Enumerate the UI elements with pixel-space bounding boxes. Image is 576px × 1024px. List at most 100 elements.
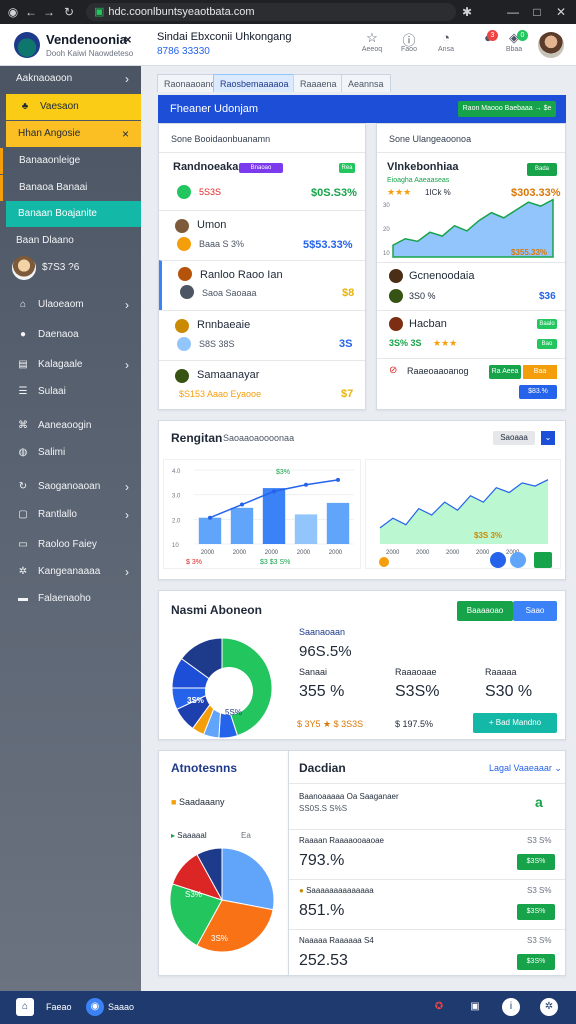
- filter-button[interactable]: Baaaaoao: [457, 601, 513, 621]
- app-subtitle: Dooh Kaiwi Naowdeteso: [46, 49, 134, 58]
- coin-icon: ●: [299, 886, 304, 895]
- status-badge: Bnaoao: [239, 163, 283, 173]
- status-badge: $3S%: [517, 954, 555, 970]
- sidebar-profile-value: $7S3 ?6: [42, 262, 80, 273]
- clock-icon: ◔: [442, 30, 450, 45]
- view-button[interactable]: Saao: [513, 601, 557, 621]
- add-button[interactable]: + Bad Mandno: [473, 713, 557, 733]
- avatar: [389, 269, 403, 283]
- chevron-right-icon: ›: [125, 508, 129, 522]
- sidebar-item-aaneaoogin[interactable]: ⌘ Aaneaoogin: [0, 413, 141, 439]
- sidebar-item-saoganoaoan[interactable]: ↻ Saoganoaoan ›: [0, 474, 141, 500]
- list-item[interactable]: Naaaaa Raaaaaa S4 S3 S% 252.53 $3S%: [289, 929, 565, 977]
- list-item[interactable]: Samaanayar $S153 Aaao Eyaooe $7: [159, 360, 365, 410]
- bottom-label-1[interactable]: Faeao: [46, 1002, 72, 1012]
- y-tick: 3.0: [172, 494, 181, 500]
- list-item[interactable]: ⊘ Raaeoaaoanog Ra Aeea Baa $83.%: [377, 358, 565, 410]
- list-item[interactable]: Vlnkebonhiaa Bada Eioagha Aaeaaseas ★★★ …: [377, 152, 565, 260]
- app-title: Vendenoonia: [46, 32, 127, 47]
- sidebar-item-rantlallo[interactable]: ▢ Rantlallo ›: [0, 502, 141, 528]
- bar: [294, 514, 318, 544]
- tab-4[interactable]: Aeannsa: [341, 74, 391, 92]
- area-series: [380, 479, 548, 544]
- maximize-icon[interactable]: □: [530, 5, 544, 19]
- coin-icon: [177, 237, 191, 251]
- sidebar-item-sulaai[interactable]: ☰ Sulaai: [0, 379, 141, 405]
- window-icon[interactable]: ▣: [466, 998, 484, 1016]
- minimize-icon[interactable]: —: [506, 5, 520, 19]
- app-icon[interactable]: ◉: [6, 5, 20, 19]
- settings-action[interactable]: ◔ Ansa: [432, 30, 460, 53]
- back-icon[interactable]: ←: [24, 5, 38, 19]
- panel-title: Dacdian: [299, 761, 346, 775]
- sidebar-item-vaesaon[interactable]: ♣ Vaesaon: [6, 94, 141, 120]
- right-list-panel: Sone Ulangeaoonoa Vlnkebonhiaa Bada Eioa…: [376, 123, 566, 410]
- row-action-button[interactable]: Ra Aeea: [489, 365, 521, 379]
- address-bar[interactable]: ▣ hdc.coonlbuntsyeaotbata.com: [86, 3, 456, 21]
- panel-subtitle: Saoaaoaoooonaa: [223, 433, 295, 443]
- left-list-header: Sone Booidaonbuanamn: [171, 134, 271, 144]
- info-icon[interactable]: i: [502, 998, 520, 1016]
- forward-icon[interactable]: →: [42, 5, 56, 19]
- view-all-link[interactable]: Lagal Vaaeaaar ⌄: [489, 763, 562, 774]
- list-item[interactable]: Hacban Baalo 3S% 3S ★★★ Bao: [377, 310, 565, 358]
- list-item[interactable]: Raaaan Raaaaooaaoae S3 S% 793.% $3S%: [289, 829, 565, 879]
- tab-2[interactable]: Raosbemaaaaoa: [213, 74, 296, 92]
- leaf-icon: ♣: [21, 101, 29, 112]
- alert-icon[interactable]: ✪: [430, 998, 448, 1016]
- badge-icon: [175, 319, 189, 333]
- list-item[interactable]: Gcnenoodaia 3S0 % $36: [377, 262, 565, 310]
- list-icon: ☰: [18, 386, 28, 397]
- share-icon: [534, 552, 552, 568]
- chevron-down-icon[interactable]: ⌄: [541, 431, 555, 445]
- user-icon: ●: [19, 329, 27, 340]
- sidebar-item-falaenaoho[interactable]: ▬ Falaenaoho: [0, 586, 141, 612]
- sidebar-item-ulaoeaom[interactable]: ⌂ Ulaoeaom ›: [0, 292, 141, 318]
- sidebar-item-group[interactable]: Hhan Angosie ×: [6, 121, 141, 147]
- sidebar-item-dashboard[interactable]: Aaknaoaoon ›: [0, 66, 141, 92]
- panel-title: Rengitan: [171, 431, 223, 445]
- list-item[interactable]: Rnnbaeaie S8S 38S 3S: [159, 310, 365, 360]
- row-value-button[interactable]: $83.%: [519, 385, 557, 399]
- chevron-right-icon: ›: [125, 72, 129, 86]
- close-window-icon[interactable]: ✕: [554, 5, 568, 19]
- sidebar-subitem-active[interactable]: Banaan Boajanite: [6, 201, 141, 227]
- sidebar-subitem-2[interactable]: Banaoa Banaai: [0, 175, 141, 201]
- bar: [262, 488, 286, 544]
- panel-title-bar: Fheaner Udonjam Raon Maooo Baebaaa → $e: [158, 95, 566, 123]
- list-item[interactable]: Randnoeaka Bnaoao Rea 5S3S $0S.S3%: [159, 152, 365, 208]
- message-badge: 0: [517, 30, 528, 41]
- star-action[interactable]: ☆ Aeeoq: [358, 30, 386, 53]
- avatar: [178, 267, 192, 281]
- reload-icon[interactable]: ↻: [62, 5, 76, 19]
- home-icon[interactable]: ⌂: [16, 998, 34, 1016]
- panel-action-button[interactable]: Raon Maooo Baebaaa → $e: [458, 101, 556, 117]
- sidebar-item-kalagaale[interactable]: ▤ Kalagaale ›: [0, 352, 141, 378]
- folder-icon: ▭: [18, 539, 28, 550]
- info-icon: ⓘ: [402, 33, 416, 48]
- tab-3[interactable]: Raaaena: [293, 74, 344, 92]
- globe-icon: [177, 337, 191, 351]
- sidebar-item-baan[interactable]: Baan Dlaano: [0, 228, 141, 254]
- list-item[interactable]: ● Saaaaaaaaaaaaaa S3 S% 851.% $3S%: [289, 879, 565, 929]
- sidebar-item-kangeanaaaa[interactable]: ✲ Kangeanaaaa ›: [0, 559, 141, 585]
- avatar: [389, 317, 403, 331]
- sidebar-item-daenaoa[interactable]: ● Daenaoa: [0, 322, 141, 348]
- bottom-label-2[interactable]: Saaao: [108, 1002, 134, 1012]
- sidebar-item-raoloo[interactable]: ▭ Raoloo Faiey: [0, 532, 141, 558]
- settings-icon[interactable]: ✲: [540, 998, 558, 1016]
- close-icon[interactable]: ×: [124, 32, 132, 47]
- info-action[interactable]: ⓘ Faoo: [395, 30, 423, 53]
- row-action-button[interactable]: Baa: [523, 365, 557, 379]
- search-button[interactable]: Saoaaa: [493, 431, 535, 445]
- globe-icon[interactable]: ◉: [86, 998, 104, 1016]
- panel-title: Atnotesnns: [171, 761, 237, 775]
- list-item[interactable]: Baanoaaaaa Oa Saaganaer SS0S.S S%S a: [289, 783, 565, 829]
- sidebar-subitem-1[interactable]: Banaaonleige: [0, 148, 141, 174]
- y-tick: 30: [383, 203, 390, 209]
- user-avatar[interactable]: [538, 32, 564, 58]
- sidebar-item-salimi[interactable]: ◍ Salimi: [0, 440, 141, 466]
- list-item-selected[interactable]: Ranloo Raoo Ian Saoa Saoaaa $8: [159, 260, 365, 310]
- extension-icon[interactable]: ✱: [460, 5, 474, 19]
- list-item[interactable]: Umon Baaa S 3% 5$53.33%: [159, 210, 365, 260]
